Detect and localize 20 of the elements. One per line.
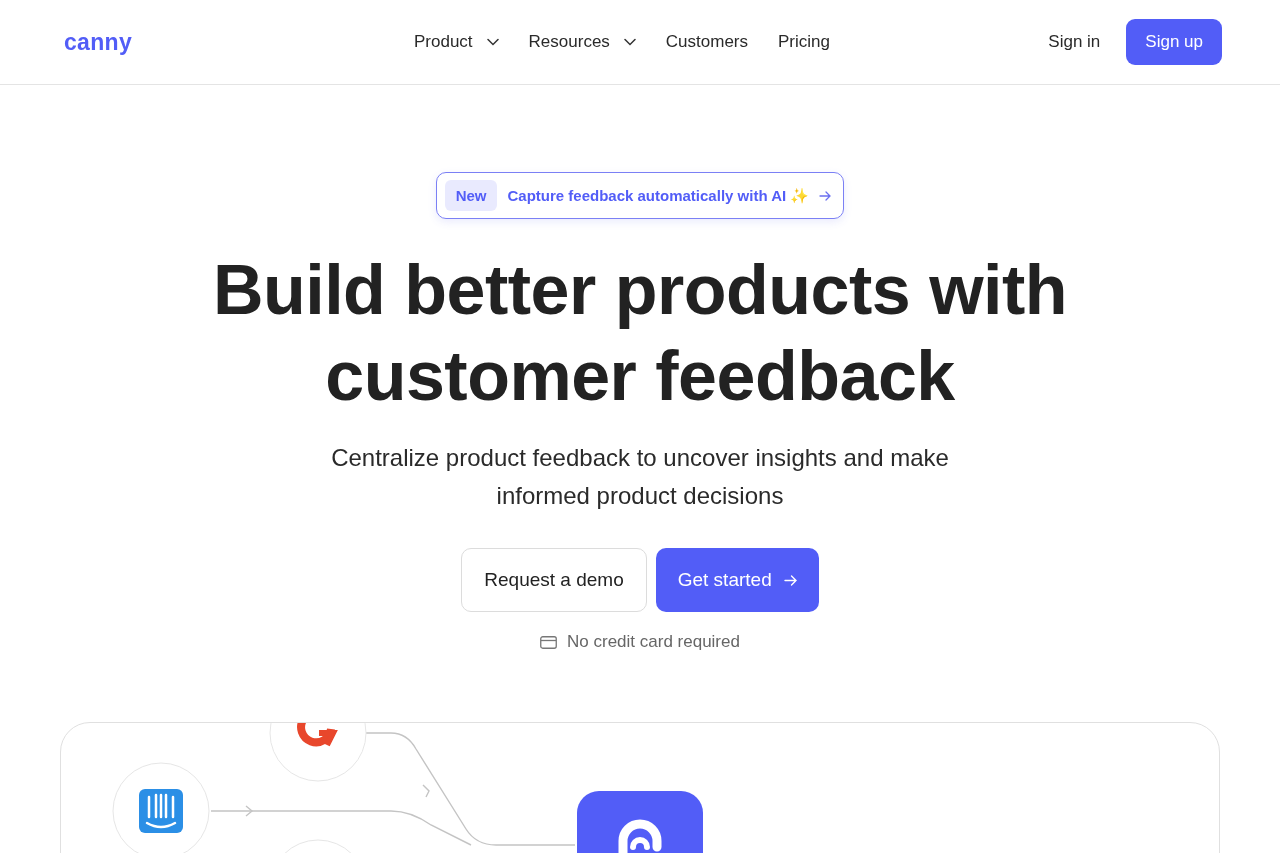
credit-card-icon — [540, 635, 558, 649]
nav-link[interactable]: Customers — [665, 32, 749, 52]
nav-link[interactable]: Pricing — [778, 32, 830, 52]
sign-up-button[interactable]: Sign up — [1126, 19, 1222, 65]
announcement-banner[interactable]: New Capture feedback automatically with AI ✨ — [435, 172, 845, 219]
arrow-right-icon — [783, 574, 797, 586]
headline: Build better products with customer feedback — [211, 250, 1069, 417]
subtitle: Centralize product feedback to uncover insights and make informed product decisions — [330, 443, 950, 511]
announcement-text: Capture feedback automatically with AI ✨ — [507, 186, 810, 205]
caret-icon — [623, 38, 636, 46]
sign-in-link[interactable]: Sign in — [1048, 32, 1101, 52]
request-demo-button[interactable]: Request a demo — [461, 548, 647, 612]
get-started-button[interactable]: Get started — [655, 548, 819, 612]
caret-icon — [486, 38, 499, 46]
logo[interactable]: canny — [64, 28, 132, 56]
arrow-right-icon — [819, 190, 832, 201]
no-credit-card-note: No credit card required — [567, 632, 740, 652]
new-tag: New — [444, 180, 498, 211]
nav-link[interactable]: Resources — [528, 32, 636, 52]
nav-link[interactable]: Product — [414, 32, 499, 52]
